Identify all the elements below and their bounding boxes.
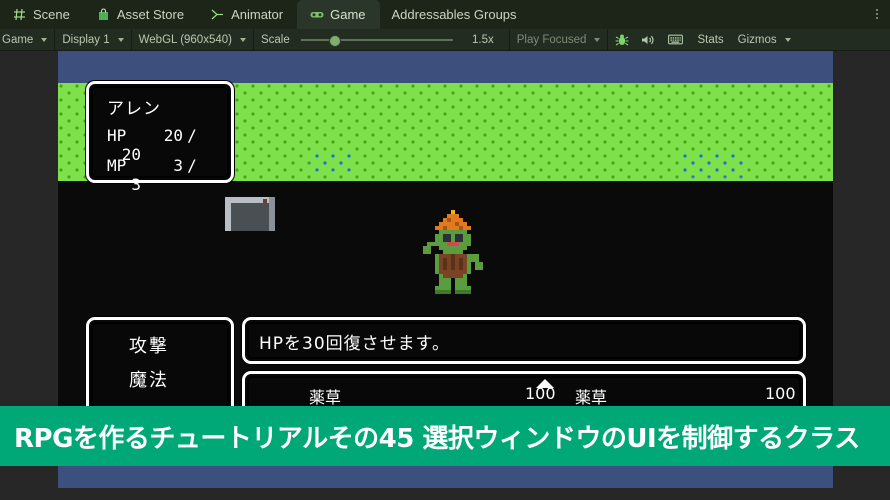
gizmos-button[interactable]: Gizmos [732,29,781,50]
view-mode-label: Game [2,33,34,46]
tab-animator[interactable]: Animator [198,0,297,29]
title-banner: RPGを作るチュートリアルその45 選択ウィンドウのUIを制御するクラス [0,406,890,466]
shopping-bag-icon [96,7,111,22]
tab-game[interactable]: Game [297,0,380,29]
play-mode-label: Play Focused [516,33,587,46]
aspect-label: WebGL (960x540) [138,33,232,46]
render-doc-button[interactable] [662,29,689,50]
scale-slider-group[interactable]: Scale 1.5x [254,29,501,50]
game-view-bottom-band [58,466,833,488]
gizmos-dropdown[interactable] [781,29,795,50]
tab-label: Game [330,7,366,22]
scale-label: Scale [260,33,290,46]
bug-icon[interactable] [613,31,630,48]
aspect-ratio-dropdown[interactable]: WebGL (960x540) [132,29,254,50]
item-value-1: 100 [765,384,796,403]
unity-editor-window: Scene Asset Store Animator Game Addressa… [0,0,890,500]
render-doc-icon[interactable] [667,31,684,48]
game-view-toolbar: Game Display 1 WebGL (960x540) Scale 1.5… [0,29,890,51]
play-mode-dropdown[interactable]: Play Focused [508,29,609,50]
tab-asset-store[interactable]: Asset Store [84,0,198,29]
tab-addressables-groups[interactable]: Addressables Groups [380,0,531,29]
chevron-down-icon [41,37,48,42]
mute-audio-icon[interactable] [640,31,657,48]
hp-current: 20 [163,126,183,145]
mp-row: MP 3/3 [107,156,231,194]
mute-audio-button[interactable] [635,29,662,50]
item-name-1[interactable]: 薬草 [575,384,607,408]
mp-current: 3 [173,156,183,175]
description-window: HPを30回復させます。 [242,317,806,364]
character-name: アレン [107,99,161,119]
slider-knob[interactable] [328,34,341,47]
status-window: アレン HP 20/20 MP 3/3 [86,81,234,194]
command-item-magic[interactable]: 魔法 [129,366,169,392]
cave-entrance [225,197,275,231]
item-name-0[interactable]: 薬草 [309,384,341,408]
gizmos-label: Gizmos [737,33,777,46]
item-value-0: 100 [525,384,556,403]
bug-button[interactable] [608,29,635,50]
kebab-icon[interactable] [870,4,884,24]
chevron-down-icon [117,37,124,42]
animator-icon [210,7,225,22]
editor-tab-bar: Scene Asset Store Animator Game Addressa… [0,0,890,29]
mp-separator: / [187,156,197,175]
tab-label: Animator [231,7,284,22]
tab-label: Addressables Groups [391,7,517,22]
scale-slider[interactable] [295,34,459,47]
stats-button[interactable]: Stats [689,29,731,50]
description-text: HPを30回復させます。 [259,334,450,354]
blue-tuft-patch [683,151,743,177]
tab-label: Scene [33,7,70,22]
hp-separator: / [187,126,197,145]
goblin-character-sprite [419,209,487,295]
view-mode-dropdown[interactable]: Game [0,29,56,50]
chevron-down-icon [239,37,246,42]
scale-value: 1.5x [472,33,494,46]
gamepad-icon [309,7,324,22]
tab-label: Asset Store [116,7,185,22]
command-item-attack[interactable]: 攻撃 [129,332,169,358]
banner-title: RPGを作るチュートリアルその45 選択ウィンドウのUIを制御するクラス [14,423,860,454]
tab-scene[interactable]: Scene [0,0,84,29]
display-dropdown[interactable]: Display 1 [55,29,132,50]
grid-icon [12,7,27,22]
blue-tuft-patch [310,151,352,171]
chevron-down-icon [594,37,601,42]
stats-label: Stats [697,33,724,46]
mp-max: 3 [131,175,141,194]
chevron-down-icon [784,37,791,42]
mp-label: MP [107,156,127,175]
slider-track[interactable] [300,34,453,47]
display-label: Display 1 [62,33,110,46]
sky-band [58,51,833,83]
hp-label: HP [107,126,127,145]
